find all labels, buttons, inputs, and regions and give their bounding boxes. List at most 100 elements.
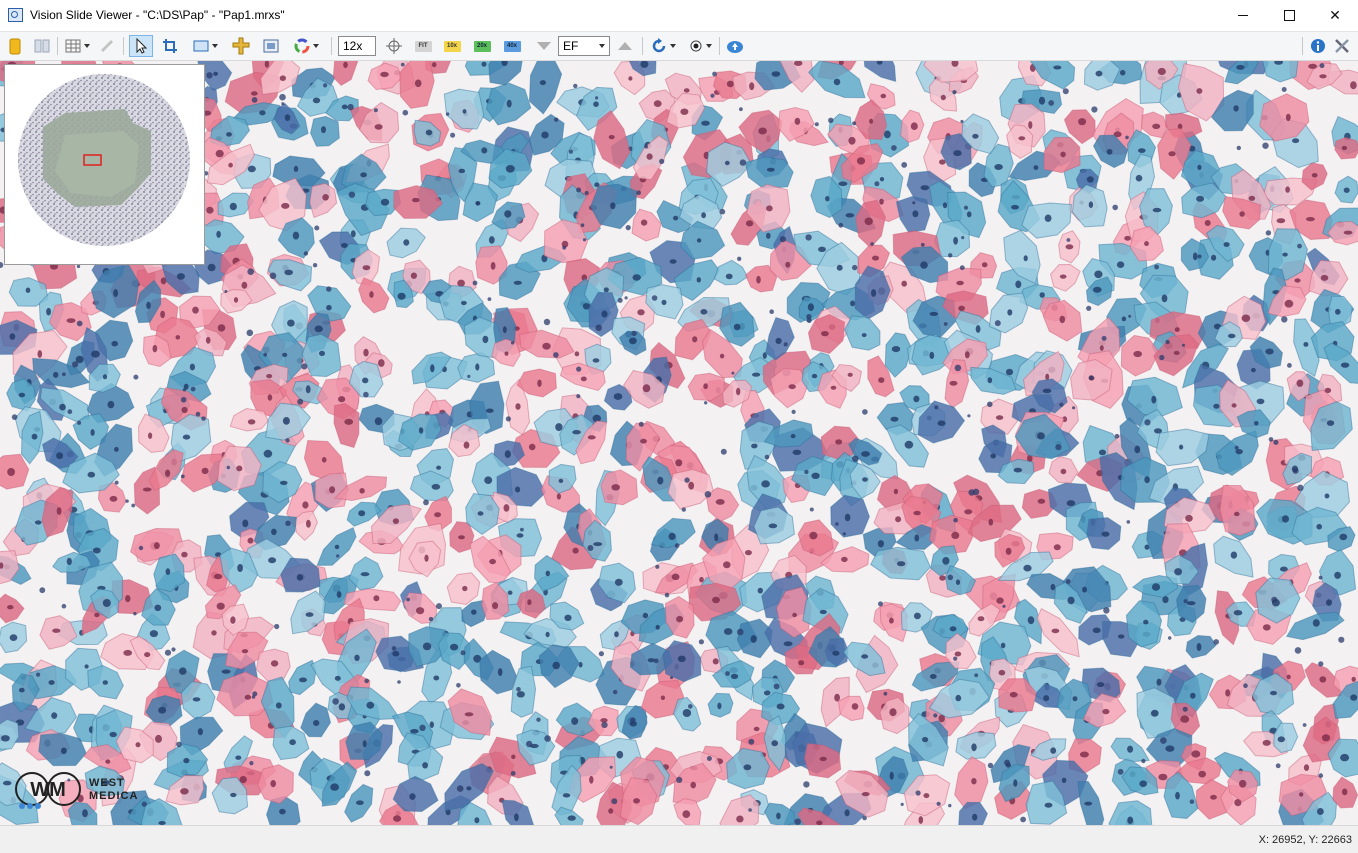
cell-nucleus bbox=[972, 133, 979, 139]
color-wheel-icon bbox=[294, 38, 309, 54]
inflammatory-cell bbox=[651, 295, 658, 301]
cell-nucleus bbox=[833, 78, 841, 86]
cell-nucleus bbox=[987, 377, 993, 384]
cell-nucleus bbox=[1143, 619, 1149, 625]
inflammatory-cell bbox=[698, 639, 705, 645]
cell-nucleus bbox=[482, 335, 489, 344]
cell-nucleus bbox=[712, 658, 719, 665]
cell-nucleus bbox=[241, 281, 248, 289]
cell-nucleus bbox=[179, 667, 187, 675]
image-icon bbox=[263, 39, 279, 53]
minimize-button[interactable] bbox=[1220, 0, 1266, 31]
zoom-fit-button[interactable]: FIT bbox=[413, 35, 433, 57]
cell-nucleus bbox=[996, 597, 1004, 604]
inflammatory-cell bbox=[943, 322, 948, 326]
cell-nucleus bbox=[1236, 64, 1245, 70]
center-button[interactable] bbox=[384, 35, 404, 57]
cell-nucleus bbox=[724, 160, 730, 166]
cell-nucleus bbox=[614, 631, 619, 638]
info-button[interactable] bbox=[1308, 35, 1328, 57]
cell-nucleus bbox=[1082, 586, 1087, 593]
cell-nucleus bbox=[998, 669, 1006, 676]
cell-nucleus bbox=[1198, 770, 1206, 778]
inflammatory-cell bbox=[487, 297, 492, 301]
cell-nucleus bbox=[513, 280, 522, 285]
cell-nucleus bbox=[392, 650, 400, 657]
chevron-down-icon bbox=[312, 44, 319, 48]
cell-nucleus bbox=[270, 660, 279, 667]
split-view-button[interactable] bbox=[32, 35, 52, 57]
view-mode-button[interactable] bbox=[685, 35, 715, 57]
grid-button[interactable] bbox=[62, 35, 92, 57]
cell-nucleus bbox=[284, 269, 294, 276]
cell-nucleus bbox=[807, 303, 815, 311]
cell-nucleus bbox=[910, 122, 918, 130]
measure-button[interactable] bbox=[97, 35, 117, 57]
inflammatory-cell bbox=[719, 208, 726, 215]
cell-nucleus bbox=[180, 788, 189, 795]
inflammatory-cell bbox=[613, 689, 618, 695]
slide-folder-button[interactable] bbox=[6, 35, 24, 57]
cell-nucleus bbox=[690, 781, 696, 789]
rectangle-icon bbox=[193, 40, 208, 52]
cell-nucleus bbox=[975, 325, 981, 333]
select-pointer-button[interactable] bbox=[129, 35, 153, 57]
inflammatory-cell bbox=[584, 190, 589, 196]
snapshot-button[interactable] bbox=[260, 35, 282, 57]
slide-overview[interactable] bbox=[4, 64, 205, 265]
cell-nucleus bbox=[895, 516, 902, 523]
cell-nucleus bbox=[776, 812, 781, 820]
cell-nucleus bbox=[497, 668, 503, 677]
cell-nucleus bbox=[268, 557, 277, 564]
cell-nucleus bbox=[148, 432, 153, 439]
cell-nucleus bbox=[701, 120, 710, 126]
cell-nucleus bbox=[668, 532, 676, 540]
cell-nucleus bbox=[1139, 780, 1147, 787]
focus-up-button[interactable] bbox=[615, 35, 635, 57]
inflammatory-cell bbox=[251, 695, 256, 699]
cell-nucleus bbox=[861, 654, 869, 659]
cell-nucleus bbox=[736, 387, 741, 396]
focus-down-button[interactable] bbox=[534, 35, 554, 57]
inflammatory-cell bbox=[912, 201, 916, 205]
cell-nucleus bbox=[1106, 149, 1113, 155]
triangle-up-icon bbox=[618, 42, 632, 50]
cell-nucleus bbox=[1072, 696, 1078, 702]
crop-button[interactable] bbox=[159, 35, 181, 57]
upload-button[interactable] bbox=[724, 35, 746, 57]
region-button[interactable] bbox=[188, 35, 222, 57]
cell-nucleus bbox=[937, 420, 946, 427]
cell-nucleus bbox=[1152, 123, 1161, 129]
close-button[interactable]: ✕ bbox=[1312, 0, 1358, 31]
inflammatory-cell bbox=[835, 522, 839, 526]
settings-button[interactable] bbox=[1332, 35, 1352, 57]
focus-mode-select[interactable]: EF bbox=[558, 36, 610, 56]
zoom-10x-button[interactable]: 10x bbox=[442, 35, 462, 57]
rotate-button[interactable] bbox=[647, 35, 679, 57]
cell-nucleus bbox=[1319, 74, 1327, 79]
cell-nucleus bbox=[458, 535, 465, 540]
annotation-button[interactable] bbox=[230, 35, 252, 57]
cell-nucleus bbox=[1197, 164, 1202, 170]
zoom-level-field[interactable]: 12x bbox=[338, 36, 376, 56]
cell-nucleus bbox=[1303, 764, 1310, 771]
split-view-icon bbox=[34, 39, 50, 53]
cell-nucleus bbox=[545, 570, 550, 577]
inflammatory-cell bbox=[182, 388, 187, 392]
maximize-button[interactable] bbox=[1266, 0, 1312, 31]
zoom-20x-button[interactable]: 20x bbox=[472, 35, 492, 57]
color-adjust-button[interactable] bbox=[289, 35, 323, 57]
cell-nucleus bbox=[871, 289, 877, 297]
inflammatory-cell bbox=[373, 108, 378, 113]
inflammatory-cell bbox=[472, 280, 478, 286]
zoom-40x-button[interactable]: 40x bbox=[502, 35, 522, 57]
cell-nucleus bbox=[492, 602, 499, 610]
cell-nucleus bbox=[673, 215, 679, 221]
inflammatory-cell bbox=[1302, 723, 1307, 727]
cell-nucleus bbox=[422, 762, 428, 769]
cell-nucleus bbox=[920, 261, 928, 269]
cell-nucleus bbox=[1038, 96, 1046, 105]
inflammatory-cell bbox=[76, 320, 83, 327]
overview-image[interactable] bbox=[5, 65, 204, 264]
inflammatory-cell bbox=[631, 330, 637, 337]
